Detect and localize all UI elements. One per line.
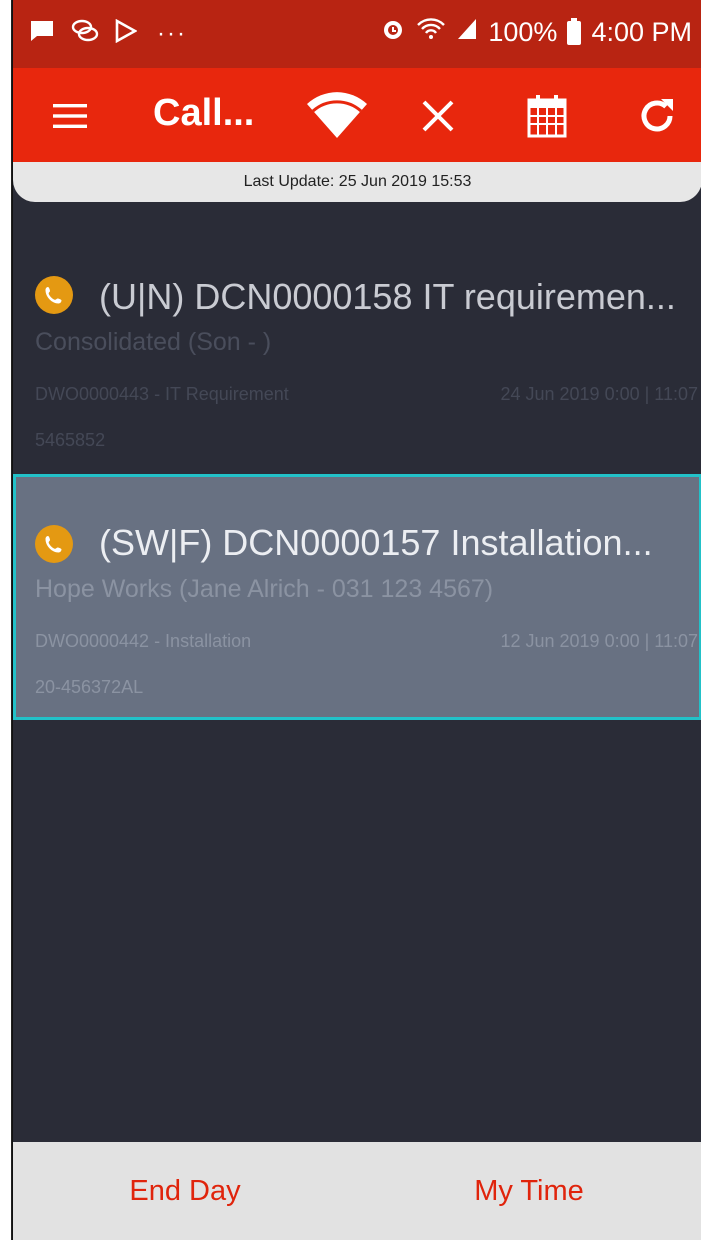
last-update-banner: Last Update: 25 Jun 2019 15:53 — [13, 162, 701, 202]
list-item[interactable]: (U|N) DCN0000158 IT requiremen... Consol… — [13, 232, 701, 472]
connection-status-button[interactable] — [297, 68, 377, 164]
more-notifications: ··· — [157, 19, 187, 47]
wifi-icon — [416, 17, 446, 48]
status-bar: ··· 100% 4:00 PM — [13, 0, 701, 68]
phone-icon — [45, 536, 62, 553]
bottom-action-bar: End Day My Time — [13, 1142, 701, 1240]
calendar-icon — [527, 95, 567, 138]
chat-bubbles-icon — [71, 18, 99, 49]
job-customer: Hope Works (Jane Alrich - 031 123 4567) — [35, 575, 494, 603]
screen-edge — [0, 0, 12, 1240]
my-time-button[interactable]: My Time — [357, 1142, 701, 1240]
job-reference: DWO0000443 - IT Requirement — [35, 384, 289, 404]
refresh-icon — [641, 99, 673, 132]
job-datetime: 24 Jun 2019 0:00 | 11:07 — [500, 384, 698, 404]
job-datetime: 12 Jun 2019 0:00 | 11:07 — [500, 631, 698, 651]
phone-badge — [35, 525, 73, 563]
play-store-icon — [115, 18, 138, 48]
job-reference: DWO0000442 - Installation — [35, 631, 252, 651]
battery-icon — [567, 17, 582, 45]
page-title: Call... — [153, 92, 255, 134]
battery-percent: 100% — [488, 17, 558, 47]
job-customer: Consolidated (Son - ) — [35, 328, 272, 356]
list-item-selected[interactable]: (SW|F) DCN0000157 Installation... Hope W… — [13, 474, 701, 720]
phone-badge — [35, 276, 73, 314]
notification-icons: ··· — [29, 18, 187, 49]
message-icon — [29, 19, 55, 48]
job-title: (U|N) DCN0000158 IT requiremen... — [99, 276, 676, 317]
menu-icon — [53, 104, 87, 128]
calendar-button[interactable] — [515, 68, 579, 164]
app-screen: ··· 100% 4:00 PM Call... Last Update: 25… — [12, 0, 701, 1240]
phone-icon — [45, 287, 62, 304]
end-day-button[interactable]: End Day — [13, 1142, 357, 1240]
job-title: (SW|F) DCN0000157 Installation... — [99, 522, 653, 563]
clock-time: 4:00 PM — [591, 17, 692, 47]
alarm-icon — [380, 16, 406, 49]
app-toolbar: Call... — [13, 68, 701, 164]
signal-icon — [456, 17, 478, 48]
close-icon — [422, 100, 454, 132]
menu-button[interactable] — [35, 68, 105, 164]
system-icons: 100% 4:00 PM — [380, 16, 692, 49]
job-number: 5465852 — [35, 430, 106, 450]
refresh-button[interactable] — [625, 68, 689, 164]
close-button[interactable] — [408, 68, 468, 164]
job-number: 20-456372AL — [35, 677, 144, 697]
wifi-signal-icon — [307, 92, 367, 138]
